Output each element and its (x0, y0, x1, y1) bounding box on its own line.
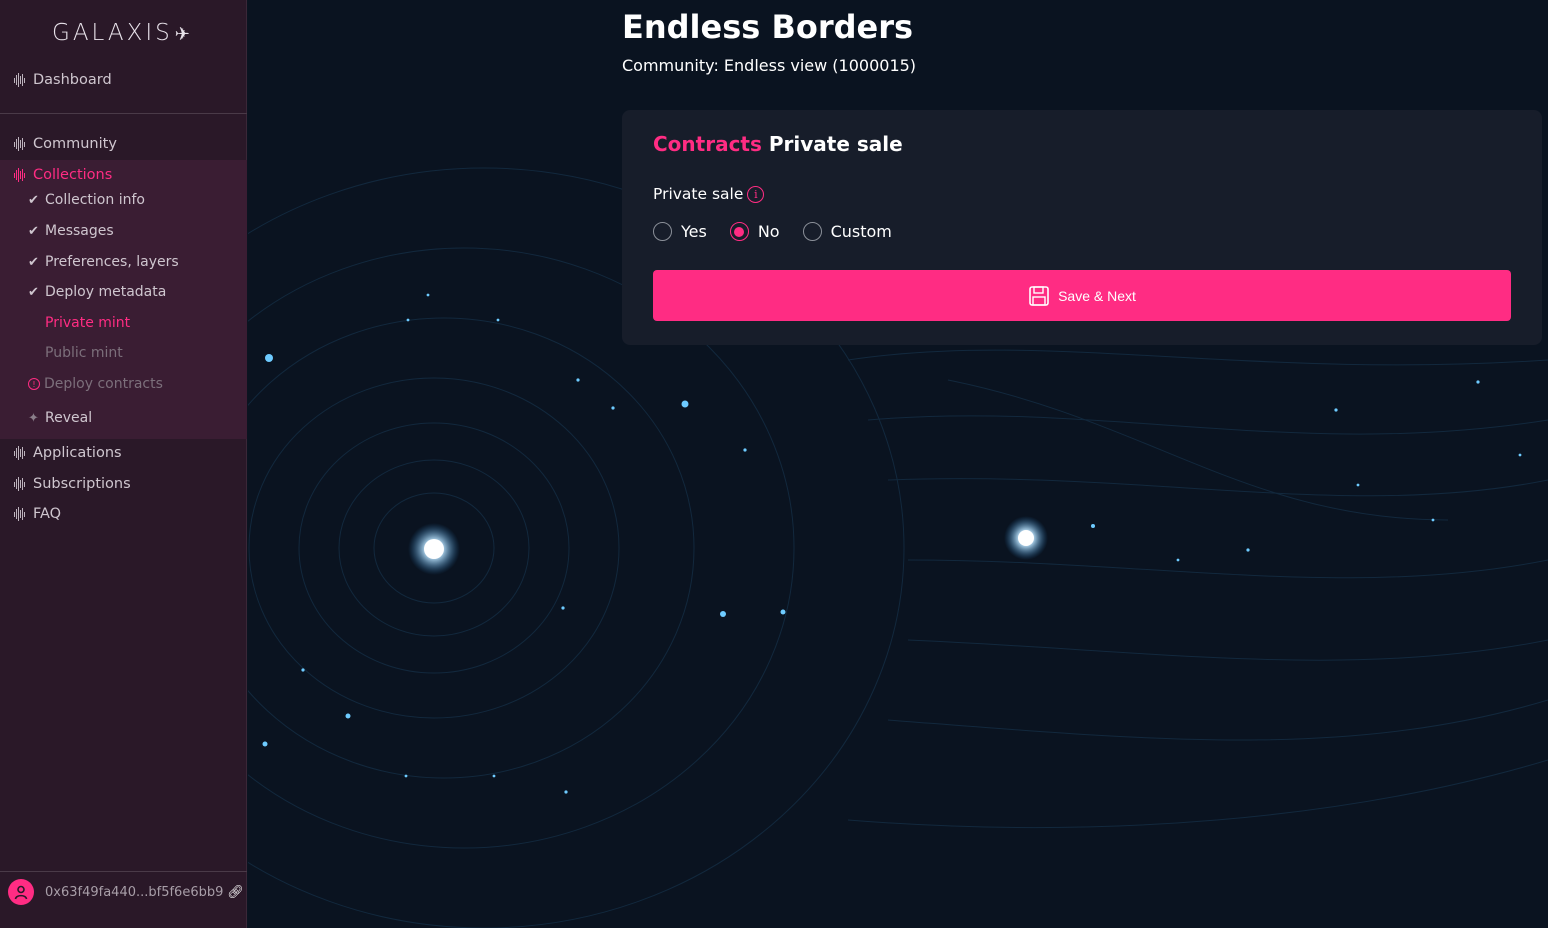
sidebar-item-label: Applications (33, 445, 122, 461)
radio-yes[interactable]: Yes (653, 222, 707, 241)
sidebar-item-label: Subscriptions (33, 476, 131, 492)
card-title-accent: Contracts (653, 132, 762, 156)
waveform-icon (14, 73, 29, 87)
step-label: Public mint (45, 345, 123, 361)
wallet-account[interactable]: 0x63f49fa440...bf5f6e6bb9 🔗︎ (8, 879, 244, 905)
field-label-text: Private sale (653, 185, 744, 203)
step-public-mint[interactable]: Public mint (45, 345, 123, 361)
waveform-icon (14, 168, 29, 182)
private-sale-card: Contracts Private sale Private sale i Ye… (622, 110, 1542, 345)
sidebar-item-subscriptions[interactable]: Subscriptions (14, 476, 131, 492)
radio-circle[interactable] (653, 222, 672, 241)
sidebar-item-label: Dashboard (33, 72, 112, 88)
floppy-disk-icon (1028, 285, 1050, 307)
info-icon[interactable]: i (747, 185, 765, 203)
sidebar-item-applications[interactable]: Applications (14, 445, 122, 461)
waveform-icon (14, 446, 29, 460)
waveform-icon (14, 507, 29, 521)
sidebar-item-label: FAQ (33, 506, 62, 522)
sidebar-footer-divider (0, 871, 247, 872)
user-avatar-icon[interactable] (8, 879, 34, 905)
sidebar-divider (0, 113, 247, 114)
step-label: Reveal (45, 410, 93, 426)
radio-label: Custom (830, 222, 892, 241)
radio-circle-checked[interactable] (729, 222, 749, 241)
step-deploy-contracts[interactable]: ! Deploy contracts (28, 376, 163, 392)
sidebar-item-label: Collections (33, 167, 113, 183)
sparkle-icon: ✦ (28, 410, 39, 426)
astronaut-icon: ✈ (174, 24, 193, 45)
link-icon[interactable]: 🔗︎ (227, 885, 244, 900)
sidebar-item-faq[interactable]: FAQ (14, 506, 61, 522)
checkmark-icon: ✔ (28, 223, 39, 239)
step-label: Deploy metadata (45, 284, 167, 300)
step-label: Collection info (45, 192, 145, 208)
page-title: Endless Borders (622, 8, 914, 46)
card-title-rest: Private sale (768, 132, 903, 156)
checkmark-icon: ✔ (28, 254, 39, 270)
step-label: Private mint (45, 315, 131, 331)
step-collection-info[interactable]: ✔ Collection info (28, 192, 145, 208)
card-title: Contracts Private sale (653, 132, 903, 156)
radio-label: No (757, 222, 780, 241)
sidebar-item-dashboard[interactable]: Dashboard (14, 72, 112, 88)
checkmark-icon: ✔ (28, 284, 39, 300)
private-sale-label: Private sale i (653, 185, 765, 203)
galaxis-logo[interactable]: GALAXIS ✈ (52, 20, 193, 46)
save-next-button[interactable]: Save & Next (653, 270, 1511, 321)
step-preferences-layers[interactable]: ✔ Preferences, layers (28, 254, 179, 270)
step-deploy-metadata[interactable]: ✔ Deploy metadata (28, 284, 166, 300)
step-label: Messages (45, 223, 114, 239)
radio-label: Yes (681, 222, 707, 241)
wallet-address: 0x63f49fa440...bf5f6e6bb9 (45, 884, 224, 900)
sidebar-item-collections[interactable]: Collections (14, 167, 112, 183)
private-sale-options: Yes No Custom (653, 222, 915, 241)
radio-no[interactable]: No (729, 222, 780, 241)
warning-icon: ! (28, 378, 40, 390)
step-messages[interactable]: ✔ Messages (28, 223, 114, 239)
save-button-label: Save & Next (1058, 287, 1136, 304)
step-label: Preferences, layers (45, 254, 179, 270)
radio-circle[interactable] (802, 222, 822, 241)
checkmark-icon: ✔ (28, 192, 39, 208)
step-private-mint[interactable]: Private mint (45, 315, 130, 331)
radio-custom[interactable]: Custom (802, 222, 892, 241)
waveform-icon (14, 477, 29, 491)
waveform-icon (14, 137, 29, 151)
sidebar-item-label: Community (33, 136, 117, 152)
step-reveal[interactable]: ✦ Reveal (28, 410, 92, 426)
sidebar-item-community[interactable]: Community (14, 136, 117, 152)
community-subtitle: Community: Endless view (1000015) (622, 56, 917, 75)
sidebar: GALAXIS ✈ Dashboard Community Collections… (0, 0, 247, 928)
step-label: Deploy contracts (44, 376, 163, 392)
